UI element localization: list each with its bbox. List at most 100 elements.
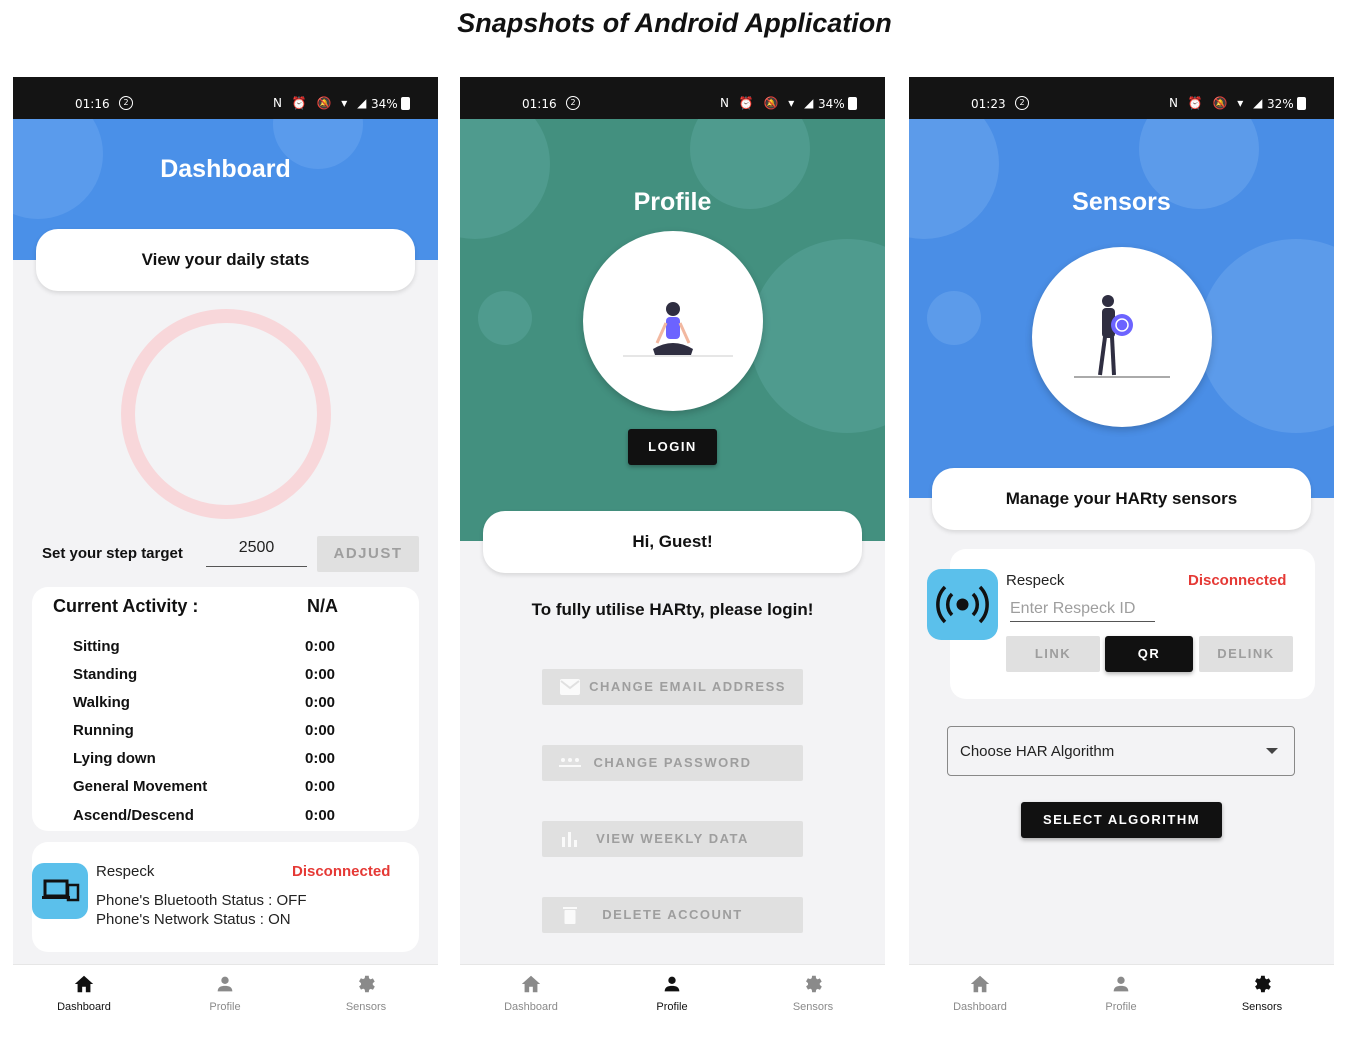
profile-screen: 01:16 2 N ⏰ 🔕 ▾ ◢ 34% Profile LOGIN Hi, …: [460, 77, 885, 1040]
bluetooth-status: Phone's Bluetooth Status : OFF: [96, 892, 307, 909]
sensor-signal-icon: [927, 569, 998, 640]
activity-name: Lying down: [73, 750, 156, 767]
status-icons: N ⏰ 🔕 ▾ ◢: [273, 96, 370, 110]
dnd-icon: 2: [566, 96, 580, 110]
current-activity-label: Current Activity :: [53, 596, 199, 616]
step-target-label: Set your step target: [42, 545, 183, 562]
greeting-text: Hi, Guest!: [632, 532, 713, 551]
activity-name: Walking: [73, 694, 130, 711]
nav-dashboard[interactable]: Dashboard: [930, 973, 1030, 1013]
activity-time: 0:00: [305, 722, 336, 739]
decor-bubble: [478, 291, 532, 345]
weekly-data-button[interactable]: VIEW WEEKLY DATA: [542, 821, 803, 857]
nav-label: Profile: [1105, 1001, 1137, 1013]
activity-time: 0:00: [305, 666, 336, 683]
qr-button[interactable]: QR: [1105, 636, 1193, 672]
dnd-icon: 2: [1015, 96, 1029, 110]
select-algorithm-button[interactable]: SELECT ALGORITHM: [1021, 802, 1222, 838]
status-bar: 01:16 2 N ⏰ 🔕 ▾ ◢ 34%: [13, 77, 438, 119]
decor-bubble: [1199, 239, 1334, 433]
respeck-id-placeholder: Enter Respeck ID: [1010, 600, 1136, 617]
nav-profile[interactable]: Profile: [622, 973, 722, 1013]
step-target-input[interactable]: 2500: [206, 539, 307, 567]
change-email-label: CHANGE EMAIL ADDRESS: [589, 679, 786, 694]
har-algorithm-value: Choose HAR Algorithm: [960, 743, 1115, 760]
home-icon: [521, 975, 541, 993]
adjust-button[interactable]: ADJUST: [317, 536, 419, 572]
nav-label: Dashboard: [57, 1001, 111, 1013]
daily-stats-title: View your daily stats: [141, 250, 310, 269]
step-target-value: 2500: [238, 539, 275, 556]
battery-icon: [1297, 97, 1306, 110]
decor-bubble: [750, 239, 885, 433]
activity-time: 0:00: [305, 778, 336, 795]
sensors-screen: 01:23 2 N ⏰ 🔕 ▾ ◢ 32% Sensors Manage you…: [909, 77, 1334, 1040]
nav-label: Dashboard: [953, 1001, 1007, 1013]
activity-time: 0:00: [305, 638, 336, 655]
nav-sensors[interactable]: Sensors: [763, 973, 863, 1013]
har-algorithm-select[interactable]: Choose HAR Algorithm: [947, 726, 1295, 776]
mail-icon: [560, 679, 580, 695]
login-button[interactable]: LOGIN: [628, 429, 717, 465]
nav-sensors[interactable]: Sensors: [1212, 973, 1312, 1013]
delete-account-label: DELETE ACCOUNT: [602, 907, 743, 922]
clock: 01:23: [971, 97, 1006, 111]
activity-name: Running: [73, 722, 134, 739]
decor-bubble: [909, 119, 999, 239]
decor-bubble: [927, 291, 981, 345]
nav-dashboard[interactable]: Dashboard: [481, 973, 581, 1013]
nav-sensors[interactable]: Sensors: [316, 973, 416, 1013]
device-card: Respeck Disconnected Phone's Bluetooth S…: [32, 842, 419, 952]
home-icon: [970, 975, 990, 993]
nav-profile[interactable]: Profile: [1071, 973, 1171, 1013]
status-bar: 01:23 2 N ⏰ 🔕 ▾ ◢ 32%: [909, 77, 1334, 119]
home-icon: [74, 975, 94, 993]
nav-label: Profile: [209, 1001, 241, 1013]
manage-sensors-title: Manage your HARty sensors: [1005, 489, 1238, 508]
fingerprint-illustration: [1074, 295, 1170, 378]
battery-level: 34%: [371, 97, 398, 111]
nav-profile[interactable]: Profile: [175, 973, 275, 1013]
activity-time: 0:00: [305, 750, 336, 767]
nav-label: Sensors: [345, 1001, 387, 1013]
device-status: Disconnected: [292, 863, 391, 880]
step-progress-ring: [121, 309, 331, 519]
activity-name: Ascend/Descend: [73, 807, 194, 824]
devices-icon: [32, 863, 88, 919]
activity-name: Standing: [73, 666, 138, 683]
respeck-id-input[interactable]: Enter Respeck ID: [1010, 596, 1155, 622]
gear-icon: [359, 975, 375, 993]
meditation-illustration: [623, 302, 733, 357]
current-activity-value: N/A: [307, 596, 338, 616]
nav-label: Sensors: [792, 1001, 834, 1013]
gear-icon: [1255, 975, 1271, 993]
page-title: Sensors: [1072, 188, 1171, 216]
bar-chart-icon: [562, 832, 577, 847]
clock: 01:16: [75, 97, 110, 111]
weekly-data-label: VIEW WEEKLY DATA: [596, 831, 749, 846]
login-prompt: To fully utilise HARty, please login!: [531, 600, 814, 619]
clock: 01:16: [522, 97, 557, 111]
link-button[interactable]: LINK: [1006, 636, 1100, 672]
delink-button[interactable]: DELINK: [1199, 636, 1293, 672]
gear-icon: [806, 975, 822, 993]
battery-level: 34%: [818, 97, 845, 111]
page-title: Profile: [633, 188, 712, 216]
activity-name: General Movement: [73, 778, 208, 795]
activity-time: 0:00: [305, 807, 336, 824]
person-icon: [664, 976, 680, 992]
daily-stats-card: View your daily stats: [36, 229, 415, 291]
status-icons: N ⏰ 🔕 ▾ ◢: [720, 96, 817, 110]
figure-title: Snapshots of Android Application: [457, 8, 892, 38]
delete-account-button[interactable]: DELETE ACCOUNT: [542, 897, 803, 933]
page-title: Dashboard: [160, 155, 291, 183]
sensor-device-name: Respeck: [1006, 572, 1065, 589]
battery-icon: [848, 97, 857, 110]
change-email-button[interactable]: CHANGE EMAIL ADDRESS: [542, 669, 803, 705]
change-password-button[interactable]: CHANGE PASSWORD: [542, 745, 803, 781]
nav-label: Dashboard: [504, 1001, 558, 1013]
avatar: [583, 231, 763, 411]
sensor-device-status: Disconnected: [1188, 572, 1287, 589]
dnd-icon: 2: [119, 96, 133, 110]
nav-dashboard[interactable]: Dashboard: [34, 973, 134, 1013]
